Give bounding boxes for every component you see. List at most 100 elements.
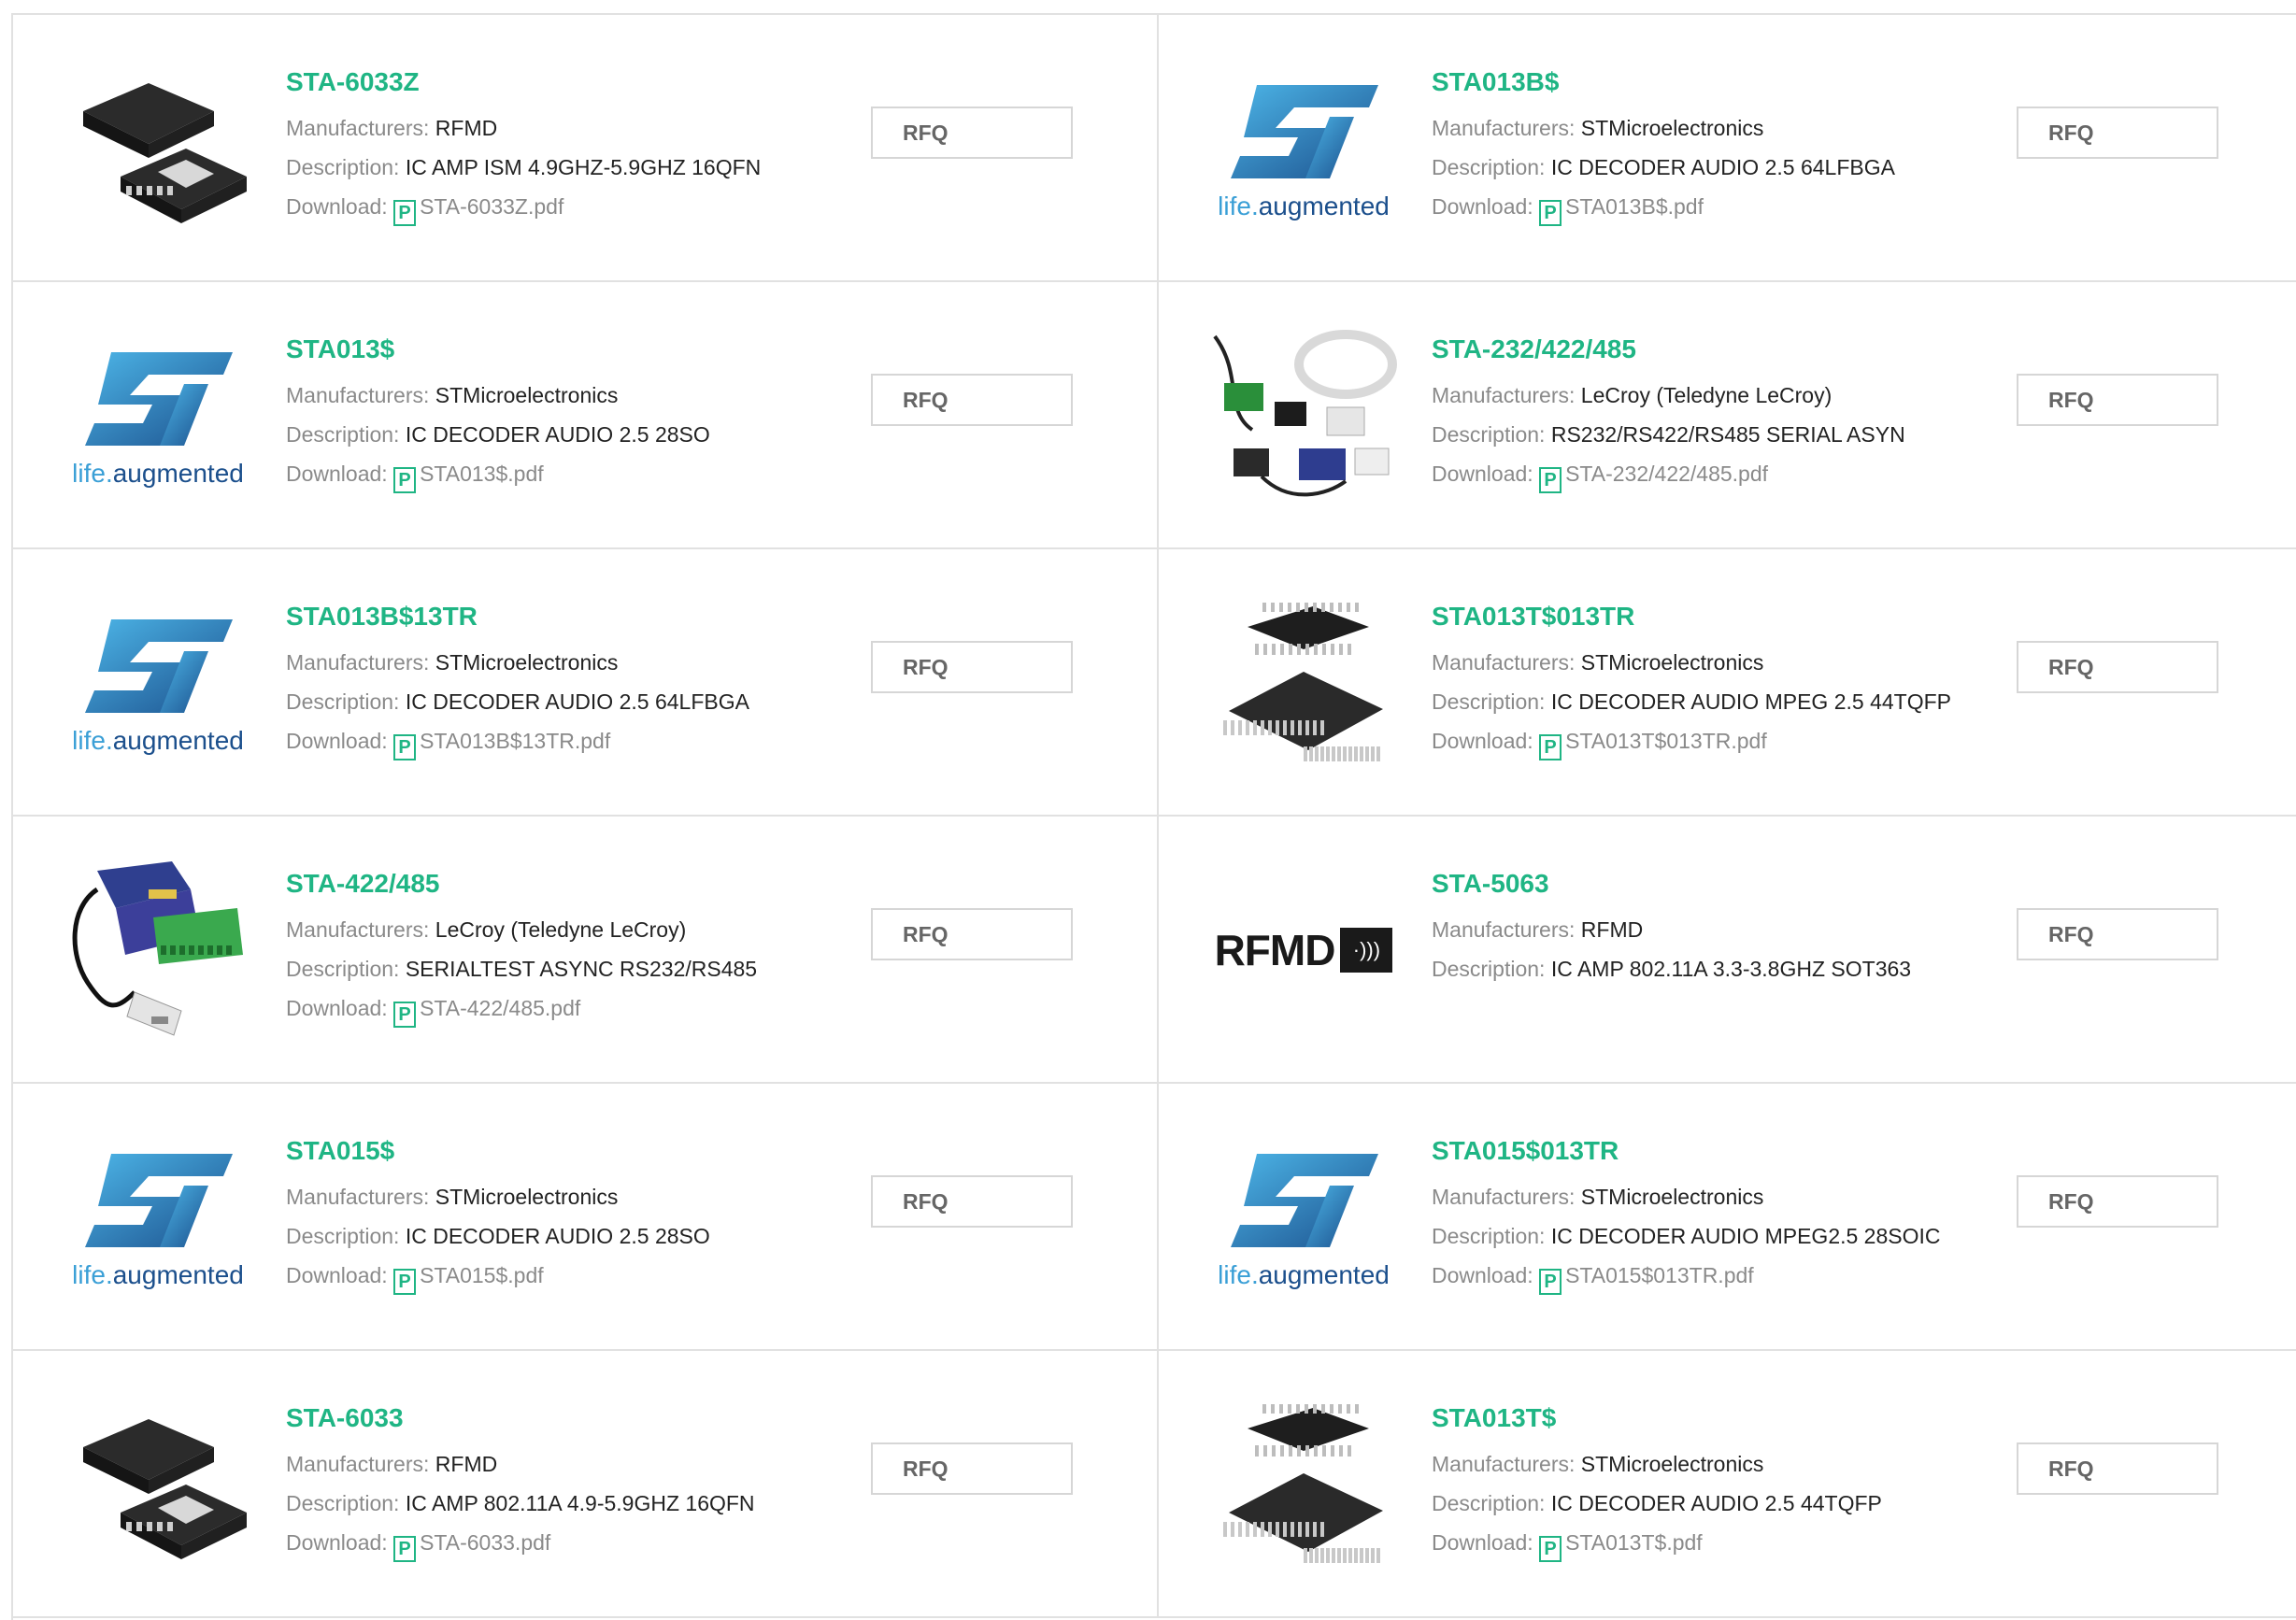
description-value: RS232/RS422/RS485 SERIAL ASYN bbox=[1550, 422, 1905, 447]
rfq-button[interactable]: RFQ bbox=[2017, 107, 2218, 159]
datasheet-download-link[interactable]: P STA015$.pdf bbox=[393, 1263, 544, 1295]
rfq-button[interactable]: RFQ bbox=[2017, 641, 2218, 693]
description-row: Description: IC DECODER AUDIO 2.5 64LFBG… bbox=[1432, 148, 1955, 187]
description-value: IC DECODER AUDIO 2.5 28SO bbox=[405, 1224, 710, 1248]
product-part-number-link[interactable]: STA-5063 bbox=[1432, 867, 1955, 901]
product-part-number-link[interactable]: STA-6033Z bbox=[286, 65, 809, 99]
download-row: Download: P STA013B$13TR.pdf bbox=[286, 721, 809, 760]
product-thumbnail[interactable]: life.augmented bbox=[1205, 1119, 1402, 1315]
product-part-number-link[interactable]: STA015$ bbox=[286, 1134, 809, 1168]
product-info: STA015$ Manufacturers: STMicroelectronic… bbox=[286, 1134, 809, 1295]
description-value: IC AMP ISM 4.9GHZ-5.9GHZ 16QFN bbox=[405, 155, 762, 179]
download-row: Download: P STA015$.pdf bbox=[286, 1256, 809, 1295]
manufacturer-value: STMicroelectronics bbox=[1580, 116, 1764, 140]
download-row: Download: P STA013T$013TR.pdf bbox=[1432, 721, 1955, 760]
product-thumbnail[interactable] bbox=[60, 50, 256, 247]
product-thumbnail[interactable]: life.augmented bbox=[60, 585, 256, 781]
rfq-button[interactable]: RFQ bbox=[871, 908, 1073, 960]
rfq-button[interactable]: RFQ bbox=[871, 107, 1073, 159]
product-part-number-link[interactable]: STA013B$13TR bbox=[286, 600, 809, 633]
description-label: Description: bbox=[1432, 422, 1546, 447]
download-label: Download: bbox=[286, 1530, 388, 1555]
datasheet-download-link[interactable]: P STA-232/422/485.pdf bbox=[1539, 462, 1768, 493]
manufacturer-row: Manufacturers: RFMD bbox=[286, 108, 809, 148]
product-card: STA-422/485 Manufacturers: LeCroy (Teled… bbox=[13, 817, 1159, 1084]
product-part-number-link[interactable]: STA013T$ bbox=[1432, 1401, 1955, 1435]
manufacturers-label: Manufacturers: bbox=[1432, 116, 1576, 140]
download-label: Download: bbox=[1432, 729, 1533, 753]
product-thumbnail[interactable]: life.augmented bbox=[1205, 50, 1402, 247]
download-row: Download: P STA-422/485.pdf bbox=[286, 988, 809, 1028]
product-part-number-link[interactable]: STA-232/422/485 bbox=[1432, 333, 1955, 366]
manufacturer-value: RFMD bbox=[435, 1452, 498, 1476]
description-value: IC DECODER AUDIO 2.5 28SO bbox=[405, 422, 710, 447]
product-part-number-link[interactable]: STA-422/485 bbox=[286, 867, 809, 901]
datasheet-download-link[interactable]: P STA013$.pdf bbox=[393, 462, 544, 493]
rfq-button[interactable]: RFQ bbox=[2017, 1442, 2218, 1495]
manufacturers-label: Manufacturers: bbox=[286, 1185, 430, 1209]
product-info: STA013B$ Manufacturers: STMicroelectroni… bbox=[1432, 65, 1955, 226]
product-part-number-link[interactable]: STA-6033 bbox=[286, 1401, 809, 1435]
datasheet-download-link[interactable]: P STA013T$.pdf bbox=[1539, 1530, 1703, 1562]
rfq-button[interactable]: RFQ bbox=[2017, 908, 2218, 960]
product-part-number-link[interactable]: STA013$ bbox=[286, 333, 809, 366]
rfq-button[interactable]: RFQ bbox=[871, 641, 1073, 693]
rfq-button[interactable]: RFQ bbox=[2017, 374, 2218, 426]
datasheet-download-link[interactable]: P STA015$013TR.pdf bbox=[1539, 1263, 1754, 1295]
description-label: Description: bbox=[286, 957, 400, 981]
datasheet-download-link[interactable]: P STA-422/485.pdf bbox=[393, 996, 580, 1028]
product-thumbnail[interactable]: life.augmented bbox=[60, 318, 256, 514]
pdf-icon: P bbox=[393, 1269, 417, 1295]
manufacturer-value: STMicroelectronics bbox=[435, 383, 619, 407]
rfq-button[interactable]: RFQ bbox=[871, 1442, 1073, 1495]
rfq-button[interactable]: RFQ bbox=[871, 374, 1073, 426]
datasheet-download-link[interactable]: P STA-6033Z.pdf bbox=[393, 194, 564, 226]
manufacturer-row: Manufacturers: STMicroelectronics bbox=[1432, 643, 1955, 682]
product-grid: STA-6033Z Manufacturers: RFMD Descriptio… bbox=[11, 13, 2296, 1620]
pdf-icon: P bbox=[393, 467, 417, 493]
product-thumbnail[interactable] bbox=[1205, 318, 1402, 514]
product-thumbnail[interactable] bbox=[1205, 1386, 1402, 1583]
product-thumbnail[interactable] bbox=[60, 1386, 256, 1583]
description-row: Description: IC DECODER AUDIO 2.5 64LFBG… bbox=[286, 682, 809, 721]
product-part-number-link[interactable]: STA013B$ bbox=[1432, 65, 1955, 99]
pdf-icon: P bbox=[393, 734, 417, 760]
manufacturers-label: Manufacturers: bbox=[286, 383, 430, 407]
st-tagline-life: life. bbox=[1218, 1260, 1259, 1289]
datasheet-filename: STA-6033Z.pdf bbox=[420, 194, 564, 219]
manufacturer-row: Manufacturers: STMicroelectronics bbox=[1432, 1444, 1955, 1484]
datasheet-download-link[interactable]: P STA013B$.pdf bbox=[1539, 194, 1704, 226]
product-thumbnail[interactable] bbox=[1205, 585, 1402, 781]
product-part-number-link[interactable]: STA013T$013TR bbox=[1432, 600, 1955, 633]
manufacturers-label: Manufacturers: bbox=[1432, 1452, 1576, 1476]
product-info: STA013B$13TR Manufacturers: STMicroelect… bbox=[286, 600, 809, 760]
description-value: IC DECODER AUDIO MPEG 2.5 44TQFP bbox=[1550, 689, 1951, 714]
datasheet-filename: STA013B$13TR.pdf bbox=[420, 729, 611, 753]
rfq-button[interactable]: RFQ bbox=[2017, 1175, 2218, 1228]
description-row: Description: IC AMP ISM 4.9GHZ-5.9GHZ 16… bbox=[286, 148, 809, 187]
description-label: Description: bbox=[286, 155, 400, 179]
download-row: Download: P STA-232/422/485.pdf bbox=[1432, 454, 1955, 493]
product-part-number-link[interactable]: STA015$013TR bbox=[1432, 1134, 1955, 1168]
manufacturer-value: STMicroelectronics bbox=[1580, 650, 1764, 675]
description-value: IC DECODER AUDIO MPEG2.5 28SOIC bbox=[1550, 1224, 1941, 1248]
product-thumbnail[interactable] bbox=[60, 852, 256, 1048]
datasheet-download-link[interactable]: P STA013B$13TR.pdf bbox=[393, 729, 611, 760]
datasheet-download-link[interactable]: P STA013T$013TR.pdf bbox=[1539, 729, 1767, 760]
usb-adapter-image bbox=[72, 861, 243, 1036]
product-thumbnail[interactable]: life.augmented bbox=[60, 1119, 256, 1315]
product-card: life.augmented STA013B$13TR Manufacturer… bbox=[13, 549, 1159, 817]
product-card: STA-232/422/485 Manufacturers: LeCroy (T… bbox=[1159, 282, 2296, 549]
datasheet-download-link[interactable]: P STA-6033.pdf bbox=[393, 1530, 550, 1562]
datasheet-filename: STA015$.pdf bbox=[420, 1263, 544, 1287]
download-row: Download: P STA-6033Z.pdf bbox=[286, 187, 809, 226]
download-row: Download: P STA013$.pdf bbox=[286, 454, 809, 493]
product-card: life.augmented STA015$ Manufacturers: ST… bbox=[13, 1084, 1159, 1351]
product-thumbnail[interactable]: RFMD ·))) bbox=[1205, 852, 1402, 1048]
manufacturer-value: RFMD bbox=[1580, 917, 1644, 942]
description-label: Description: bbox=[1432, 689, 1546, 714]
st-logo: life.augmented bbox=[1218, 76, 1390, 221]
description-label: Description: bbox=[286, 1491, 400, 1515]
pdf-icon: P bbox=[393, 200, 417, 226]
rfq-button[interactable]: RFQ bbox=[871, 1175, 1073, 1228]
